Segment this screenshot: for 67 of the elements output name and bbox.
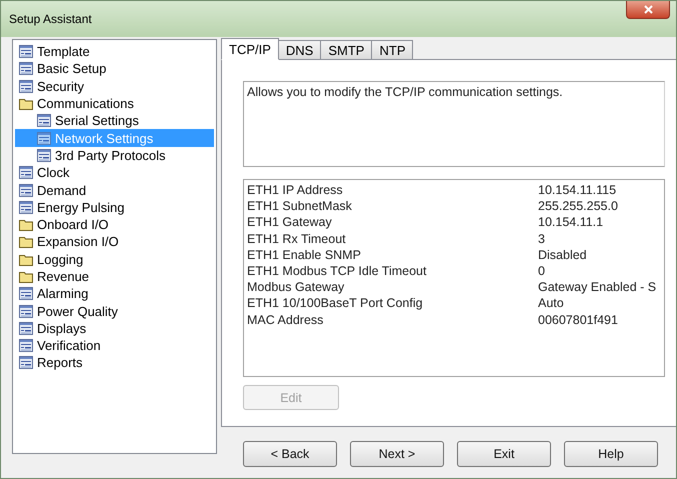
property-value: 10.154.11.115	[538, 182, 618, 198]
document-icon	[19, 339, 33, 352]
tab[interactable]: NTP	[371, 40, 414, 59]
property-name: ETH1 Gateway	[247, 214, 333, 231]
property-name: ETH1 Modbus TCP Idle Timeout	[247, 262, 428, 280]
close-icon	[644, 5, 652, 14]
back-button[interactable]: < Back	[243, 441, 337, 467]
document-icon	[19, 356, 33, 370]
property-value: 10.154.11.1	[538, 214, 604, 231]
folder-icon	[19, 97, 33, 110]
property-name: ETH1 10/100BaseT Port Config	[247, 295, 424, 312]
tab[interactable]: SMTP	[320, 40, 372, 59]
tree-item[interactable]: Displays	[15, 320, 214, 338]
property-value: 255.255.255.0	[538, 198, 619, 214]
document-icon	[37, 132, 51, 145]
description-text: Allows you to modify the TCP/IP communication settings.	[243, 81, 665, 167]
document-icon	[19, 184, 33, 197]
folder-icon	[19, 235, 33, 248]
document-icon	[19, 287, 33, 300]
tree-item[interactable]: Logging	[15, 250, 214, 268]
window-title: Setup Assistant	[9, 12, 92, 26]
property-value: 0	[538, 262, 546, 280]
folder-icon	[19, 218, 33, 232]
tree-item[interactable]: Expansion I/O	[15, 233, 214, 251]
document-icon	[19, 45, 33, 58]
property-name: ETH1 SubnetMask	[247, 198, 353, 214]
document-icon	[19, 80, 33, 93]
property-name: ETH1 Rx Timeout	[247, 230, 347, 247]
exit-button[interactable]: Exit	[457, 441, 551, 467]
document-icon	[19, 166, 33, 180]
tab[interactable]: TCP/IP	[221, 38, 279, 60]
folder-icon	[19, 252, 33, 266]
tree-item[interactable]: Communications	[15, 94, 214, 112]
tree-item[interactable]: Power Quality	[15, 302, 214, 320]
next-button[interactable]: Next >	[350, 441, 444, 467]
document-icon	[19, 200, 33, 214]
tree-item[interactable]: 3rd Party Protocols	[15, 146, 214, 164]
document-icon	[37, 114, 51, 128]
tree-item[interactable]: Onboard I/O	[15, 216, 214, 234]
document-icon	[19, 62, 33, 76]
tree-item[interactable]: Template	[15, 43, 214, 60]
help-button[interactable]: Help	[564, 441, 658, 467]
property-value: 3	[538, 230, 546, 247]
tree-item[interactable]: Reports	[15, 354, 214, 372]
tree-item[interactable]: Clock	[15, 164, 214, 182]
tab[interactable]: DNS	[278, 40, 322, 59]
property-value: Disabled	[538, 246, 588, 263]
close-button[interactable]	[626, 1, 670, 19]
property-name: MAC Address	[247, 312, 324, 328]
document-icon	[37, 148, 51, 162]
property-name: ETH1 Enable SNMP	[247, 246, 362, 263]
property-value: 00607801f491	[538, 312, 619, 328]
tree-item[interactable]: Alarming	[15, 285, 214, 302]
tree-item[interactable]: Energy Pulsing	[15, 198, 214, 216]
folder-icon	[19, 270, 33, 283]
property-name: Modbus Gateway	[247, 279, 346, 296]
tree-item[interactable]: Verification	[15, 337, 214, 354]
tree-item[interactable]: Demand	[15, 181, 214, 199]
tree-item[interactable]: Basic Setup	[15, 60, 214, 78]
document-icon	[19, 304, 33, 318]
property-name: ETH1 IP Address	[247, 182, 344, 198]
tree-item[interactable]: Security	[15, 78, 214, 95]
tree-item[interactable]: Revenue	[15, 268, 214, 286]
tree-item[interactable]: Serial Settings	[15, 112, 214, 130]
document-icon	[19, 322, 33, 335]
property-value: Auto	[538, 295, 565, 312]
property-value: Gateway Enabled - S	[538, 279, 658, 296]
